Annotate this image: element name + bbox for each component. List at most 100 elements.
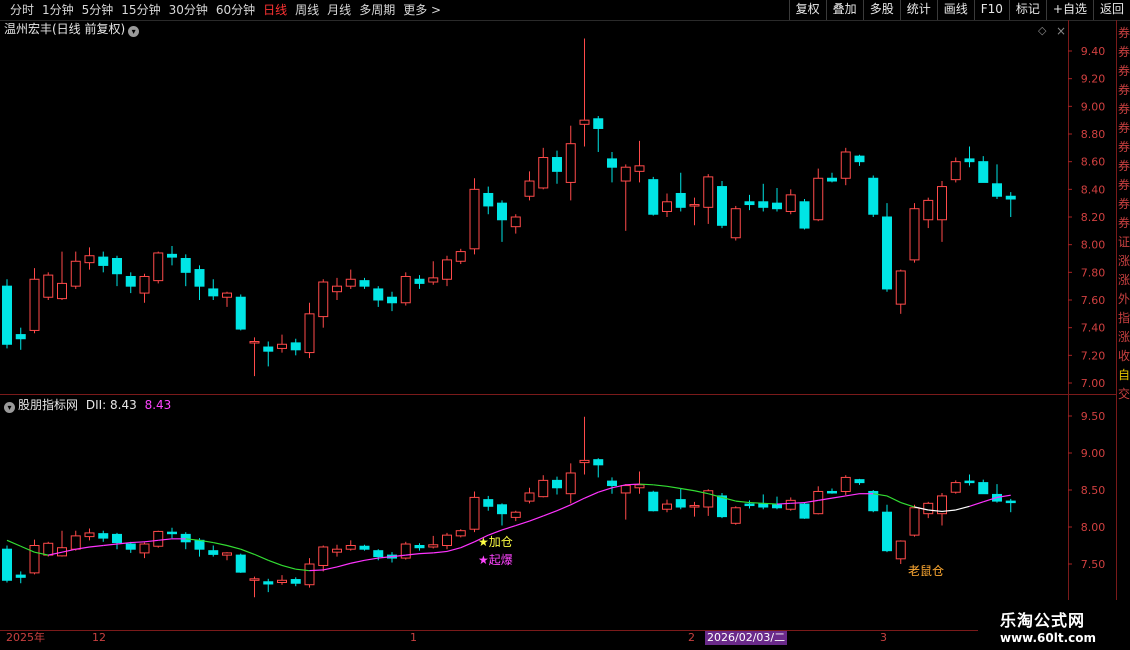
indicator-ma-line bbox=[240, 548, 255, 555]
indicator-candle-body bbox=[222, 552, 232, 556]
toolbar-button[interactable]: 复权 bbox=[788, 0, 826, 20]
diamond-icon[interactable]: ◇ bbox=[1038, 24, 1046, 37]
chevron-down-icon[interactable]: ▾ bbox=[128, 26, 140, 37]
indicator-candle-body bbox=[840, 476, 851, 492]
candle-body bbox=[978, 161, 989, 183]
indicator-candle-body bbox=[1005, 500, 1016, 504]
period-tab[interactable]: 多周期 bbox=[355, 1, 399, 19]
indicator-ma-line bbox=[116, 541, 131, 545]
indicator-candle-body bbox=[373, 550, 384, 558]
indicator-ma-line bbox=[845, 493, 860, 497]
indicator-ma-line bbox=[364, 557, 379, 561]
toolbar-button[interactable]: 画线 bbox=[936, 0, 974, 20]
close-icon[interactable]: × bbox=[1056, 24, 1066, 38]
candle-body bbox=[909, 208, 920, 261]
indicator-candle-body bbox=[277, 579, 287, 584]
period-tab[interactable]: 周线 bbox=[291, 1, 323, 19]
period-tab[interactable]: 60分钟 bbox=[212, 1, 259, 19]
indicator-candle-body bbox=[895, 540, 906, 560]
candle-body bbox=[607, 158, 617, 168]
right-strip-char: 涨 bbox=[1118, 254, 1130, 268]
candle-body bbox=[813, 177, 824, 221]
watermark-url: www.60lt.com bbox=[1000, 631, 1097, 645]
price-tick-label: 7.20 bbox=[1081, 349, 1106, 362]
indicator-candle-body bbox=[675, 499, 686, 508]
indicator-candle-body bbox=[2, 548, 12, 581]
watermark-name: 乐淘公式网 bbox=[1000, 611, 1086, 630]
indicator-candle-body bbox=[98, 533, 109, 539]
indicator-candle-body bbox=[552, 479, 562, 489]
toolbar-button[interactable]: 统计 bbox=[899, 0, 937, 20]
toolbar-button[interactable]: 多股 bbox=[862, 0, 900, 20]
candle-body bbox=[235, 296, 246, 330]
indicator-ma-line bbox=[598, 487, 613, 493]
period-tab[interactable]: 15分钟 bbox=[117, 1, 164, 19]
indicator-candle-body bbox=[194, 539, 205, 550]
indicator-candle-body bbox=[469, 496, 480, 530]
toolbar-button[interactable]: 返回 bbox=[1092, 0, 1130, 20]
right-strip-char: 证 bbox=[1118, 235, 1130, 249]
price-tick-label: 8.20 bbox=[1081, 211, 1106, 224]
right-strip-char: 券 bbox=[1118, 26, 1130, 40]
indicator-ma-line bbox=[831, 495, 846, 499]
candle-body bbox=[662, 201, 672, 212]
candle-body bbox=[153, 252, 164, 282]
indicator-candle-body bbox=[180, 533, 191, 543]
period-tab[interactable]: 更多 > bbox=[399, 1, 445, 19]
price-tick-label: 8.60 bbox=[1081, 156, 1106, 169]
indicator-candle-body bbox=[620, 485, 631, 494]
right-strip-char: 券 bbox=[1118, 140, 1130, 154]
indicator-ma-line bbox=[103, 543, 118, 547]
indicator-ma-line bbox=[6, 539, 21, 547]
indicator-ma-line bbox=[515, 520, 530, 527]
indicator-ma-line bbox=[419, 552, 434, 555]
candle-body bbox=[744, 201, 755, 206]
period-tab[interactable]: 1分钟 bbox=[38, 1, 78, 19]
indicator-ma-line bbox=[928, 509, 943, 513]
period-tab[interactable]: 月线 bbox=[323, 1, 355, 19]
indicator-candle-body bbox=[648, 491, 659, 512]
right-strip-char: 自 bbox=[1118, 368, 1130, 382]
indicator-ma-line bbox=[694, 490, 709, 495]
indicator-ma-line bbox=[873, 493, 888, 497]
indicator-ma-line bbox=[941, 509, 956, 513]
toolbar-button[interactable]: 标记 bbox=[1008, 0, 1046, 20]
period-tab[interactable]: 5分钟 bbox=[78, 1, 118, 19]
indicator-candle-body bbox=[167, 531, 177, 535]
candle-body bbox=[868, 177, 879, 215]
right-strip-char: 券 bbox=[1118, 216, 1130, 230]
indicator-candle-body bbox=[400, 543, 411, 559]
candle-body bbox=[318, 281, 329, 318]
toolbar-button[interactable]: F10 bbox=[973, 0, 1009, 20]
period-tab[interactable]: 30分钟 bbox=[165, 1, 212, 19]
toolbar-button[interactable]: +自选 bbox=[1045, 0, 1093, 20]
indicator-ma-line bbox=[501, 524, 516, 531]
indicator-ma-line bbox=[336, 562, 351, 568]
indicator-ma-line bbox=[749, 501, 764, 504]
indicator-ma-line bbox=[405, 553, 420, 556]
candle-body bbox=[194, 269, 205, 287]
candle-body bbox=[882, 216, 892, 290]
right-strip-char: 券 bbox=[1118, 159, 1130, 173]
candle-body bbox=[442, 259, 452, 280]
chevron-down-icon[interactable]: ▾ bbox=[4, 402, 15, 413]
indicator-tick-label: 8.00 bbox=[1081, 521, 1106, 534]
right-info-strip: 券券券券券券券券券券券证涨涨外指涨收自交 bbox=[1117, 20, 1130, 630]
candle-body bbox=[277, 343, 287, 349]
indicator-candle-body bbox=[332, 548, 342, 553]
indicator-candle-body bbox=[565, 472, 576, 495]
indicator-ma-line bbox=[130, 541, 145, 544]
candle-body bbox=[139, 275, 150, 294]
price-tick-label: 8.40 bbox=[1081, 183, 1106, 196]
indicator-ma-line bbox=[776, 502, 791, 505]
indicator-ma-line bbox=[20, 545, 35, 553]
candle-body bbox=[208, 288, 219, 297]
candle-body bbox=[510, 216, 521, 228]
date-label-year: 2025年 bbox=[6, 631, 45, 644]
right-strip-char: 外 bbox=[1118, 292, 1130, 306]
period-tab[interactable]: 分时 bbox=[6, 1, 38, 19]
indicator-ma-line bbox=[323, 566, 338, 571]
toolbar-button[interactable]: 叠加 bbox=[825, 0, 863, 20]
period-tab[interactable]: 日线 bbox=[259, 1, 291, 19]
signal-jiacang: ★加仓 bbox=[478, 535, 513, 549]
